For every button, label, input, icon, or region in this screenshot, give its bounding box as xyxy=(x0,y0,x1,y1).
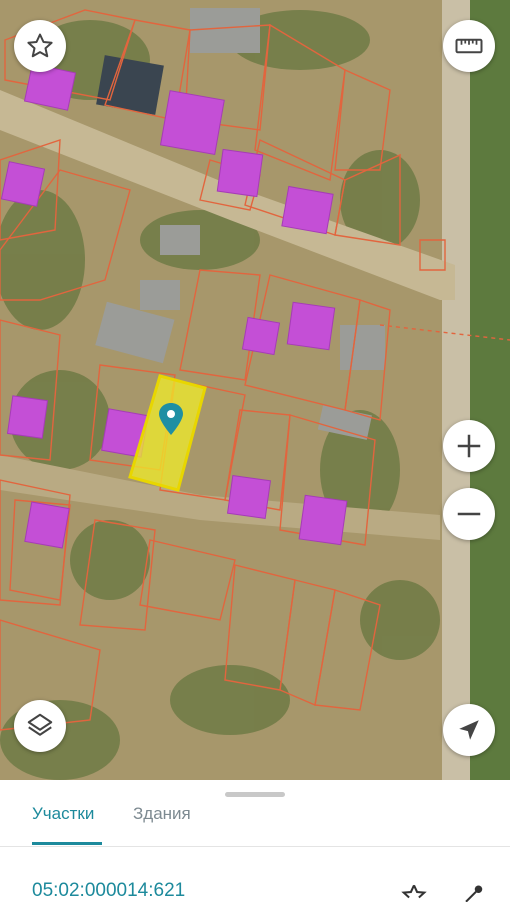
favorite-button[interactable] xyxy=(14,20,66,72)
locate-button[interactable] xyxy=(443,704,495,756)
star-icon xyxy=(401,884,427,899)
map-view[interactable] xyxy=(0,0,510,780)
plus-icon xyxy=(457,434,481,458)
divider xyxy=(0,846,510,847)
green-strip xyxy=(470,0,510,780)
sheet-drag-handle[interactable] xyxy=(225,792,285,797)
ruler-button[interactable] xyxy=(443,20,495,72)
parcel-cadastral-number[interactable]: 05:02:000014:621 xyxy=(32,880,185,902)
active-tab-indicator xyxy=(32,842,102,845)
share-icon xyxy=(465,885,483,903)
tab-parcels[interactable]: Участки xyxy=(32,804,94,824)
zoom-in-button[interactable] xyxy=(443,420,495,472)
navigation-arrow-icon xyxy=(459,720,479,740)
star-icon xyxy=(27,33,53,58)
share-button[interactable] xyxy=(456,884,486,907)
road-vertical xyxy=(442,0,470,780)
zoom-out-button[interactable] xyxy=(443,488,495,540)
satellite-map[interactable] xyxy=(0,0,510,780)
tab-buildings[interactable]: Здания xyxy=(133,804,191,824)
parcel-favorite-button[interactable] xyxy=(398,884,430,907)
minus-icon xyxy=(457,512,481,516)
ruler-icon xyxy=(455,38,483,54)
layers-icon xyxy=(27,713,53,736)
layers-button[interactable] xyxy=(14,700,66,752)
